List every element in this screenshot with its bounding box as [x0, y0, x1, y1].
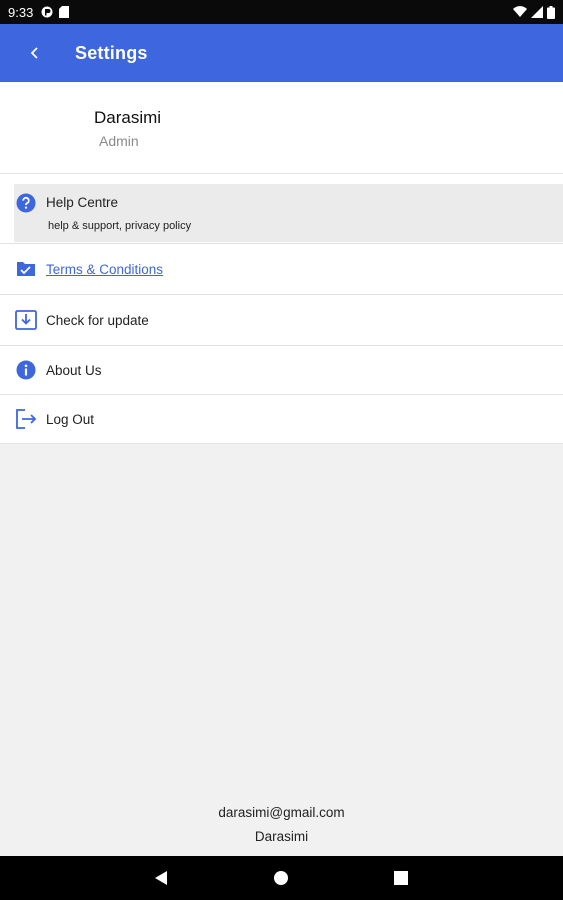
- status-system-icons: [513, 5, 555, 19]
- signal-icon: [531, 6, 543, 18]
- folder-check-icon: [15, 258, 37, 280]
- menu-item-label: Check for update: [46, 312, 149, 328]
- sd-card-icon: [59, 6, 70, 18]
- settings-menu: Help Centre help & support, privacy poli…: [0, 174, 563, 444]
- menu-item-about-us[interactable]: About Us: [0, 346, 563, 395]
- nav-back-button[interactable]: [151, 868, 171, 888]
- status-bar: 9:33: [0, 0, 563, 24]
- download-box-icon: [15, 309, 37, 331]
- menu-item-check-update[interactable]: Check for update: [0, 295, 563, 346]
- menu-item-log-out[interactable]: Log Out: [0, 395, 563, 444]
- footer-email: darasimi@gmail.com: [218, 805, 345, 820]
- status-notification-icons: [41, 6, 70, 18]
- chevron-left-icon: [30, 47, 38, 59]
- menu-item-label: Terms & Conditions: [46, 261, 164, 277]
- nav-recents-button[interactable]: [391, 868, 411, 888]
- circle-home-icon: [274, 871, 288, 885]
- profile-name: Darasimi: [94, 108, 162, 127]
- menu-item-label: Log Out: [46, 411, 95, 427]
- menu-item-terms-conditions[interactable]: Terms & Conditions: [0, 244, 563, 295]
- profile-section: Darasimi Admin: [0, 82, 563, 174]
- menu-item-label: About Us: [46, 362, 102, 378]
- back-button[interactable]: [10, 24, 60, 82]
- menu-item-label: Help Centre: [46, 195, 119, 210]
- wifi-icon: [513, 6, 527, 18]
- system-nav-bar: [0, 856, 563, 900]
- square-recents-icon: [394, 871, 408, 885]
- help-circle-icon: [15, 192, 37, 214]
- app-notification-icon: [41, 6, 53, 18]
- page-title: Settings: [75, 42, 148, 63]
- status-time: 9:33: [8, 4, 34, 20]
- footer-name: Darasimi: [254, 829, 309, 844]
- battery-icon: [547, 5, 555, 19]
- menu-item-help-centre[interactable]: Help Centre help & support, privacy poli…: [14, 184, 563, 242]
- nav-home-button[interactable]: [271, 868, 291, 888]
- app-bar: Settings: [0, 24, 563, 82]
- profile-role: Admin: [99, 133, 139, 149]
- logout-icon: [15, 408, 37, 430]
- menu-item-sublabel: help & support, privacy policy: [48, 220, 192, 232]
- triangle-back-icon: [155, 871, 167, 885]
- info-circle-icon: [15, 359, 37, 381]
